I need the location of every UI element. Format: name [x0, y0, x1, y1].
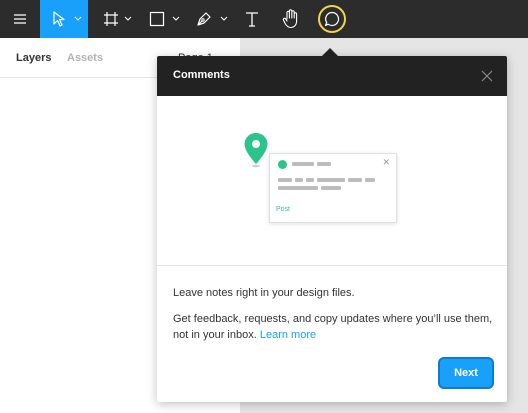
- tab-layers[interactable]: Layers: [16, 52, 51, 64]
- comment-card-illustration: ✕ Post: [269, 153, 397, 223]
- popover-line1: Leave notes right in your design files.: [173, 287, 355, 299]
- rectangle-icon: [149, 11, 165, 27]
- comment-illustration: ✕ Post: [157, 96, 507, 266]
- popover-header: Comments: [157, 56, 507, 96]
- avatar: [278, 160, 287, 169]
- popover-title: Comments: [173, 69, 230, 81]
- popover-body: Leave notes right in your design files. …: [173, 285, 493, 353]
- menu-icon: [13, 13, 27, 25]
- popover-line2: Get feedback, requests, and copy updates…: [173, 311, 493, 343]
- chevron-down-icon[interactable]: [220, 16, 228, 21]
- close-icon[interactable]: [479, 68, 495, 84]
- move-icon: [52, 11, 66, 27]
- chevron-down-icon[interactable]: [74, 16, 82, 21]
- learn-more-link[interactable]: Learn more: [260, 329, 316, 341]
- move-tool-button[interactable]: [40, 0, 88, 38]
- pen-tool-button[interactable]: [190, 0, 230, 38]
- text-icon: [244, 11, 260, 27]
- text-tool-button[interactable]: [236, 0, 268, 38]
- comments-popover: Comments ✕ Post Leave notes right in you…: [157, 56, 507, 402]
- chevron-down-icon[interactable]: [172, 16, 180, 21]
- hand-icon: [282, 9, 300, 29]
- shape-tool-button[interactable]: [142, 0, 184, 38]
- popover-line2-text: Get feedback, requests, and copy updates…: [173, 313, 493, 341]
- frame-icon: [103, 11, 119, 27]
- close-icon: ✕: [382, 157, 390, 167]
- frame-tool-button[interactable]: [96, 0, 136, 38]
- toolbar: [0, 0, 528, 38]
- post-label: Post: [276, 206, 291, 213]
- chevron-down-icon[interactable]: [124, 16, 132, 21]
- popover-arrow: [322, 48, 338, 56]
- next-button[interactable]: Next: [438, 357, 494, 389]
- hand-tool-button[interactable]: [274, 0, 308, 38]
- comment-tool-button[interactable]: [314, 0, 350, 38]
- menu-button[interactable]: [0, 0, 40, 38]
- pen-icon: [196, 11, 212, 27]
- location-pin-icon: [243, 132, 269, 173]
- tab-assets[interactable]: Assets: [67, 52, 103, 64]
- comment-highlight-ring: [318, 5, 346, 33]
- comment-icon: [324, 11, 340, 27]
